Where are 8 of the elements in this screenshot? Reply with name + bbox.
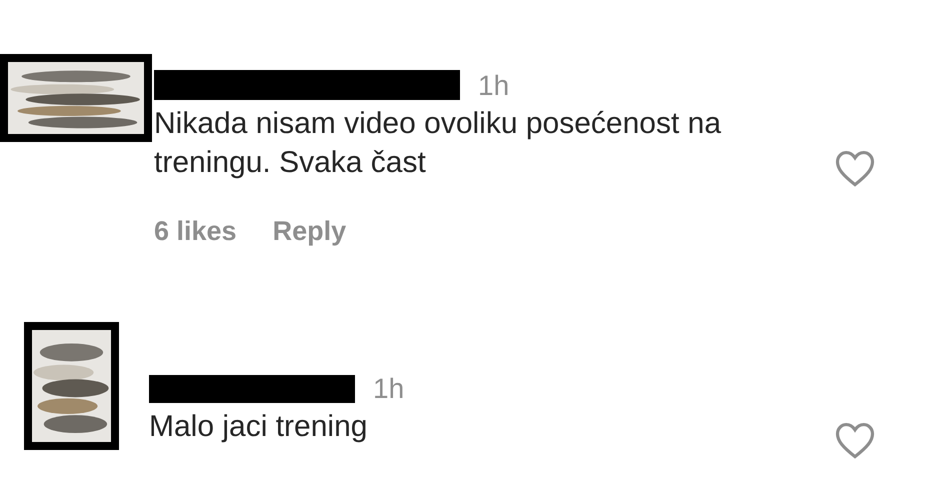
heart-icon[interactable] (834, 148, 876, 188)
comment-time: 1h (478, 72, 510, 100)
reply-link[interactable]: Reply (272, 216, 346, 247)
comment-time: 1h (373, 375, 404, 403)
comment-text: Nikada nisam video ovoliku posećenost na treningu. Svaka čast (154, 106, 722, 181)
comment-text: Malo jaci trening (149, 409, 368, 445)
heart-icon[interactable] (834, 420, 876, 460)
likes-count[interactable]: 6 likes (154, 216, 237, 247)
